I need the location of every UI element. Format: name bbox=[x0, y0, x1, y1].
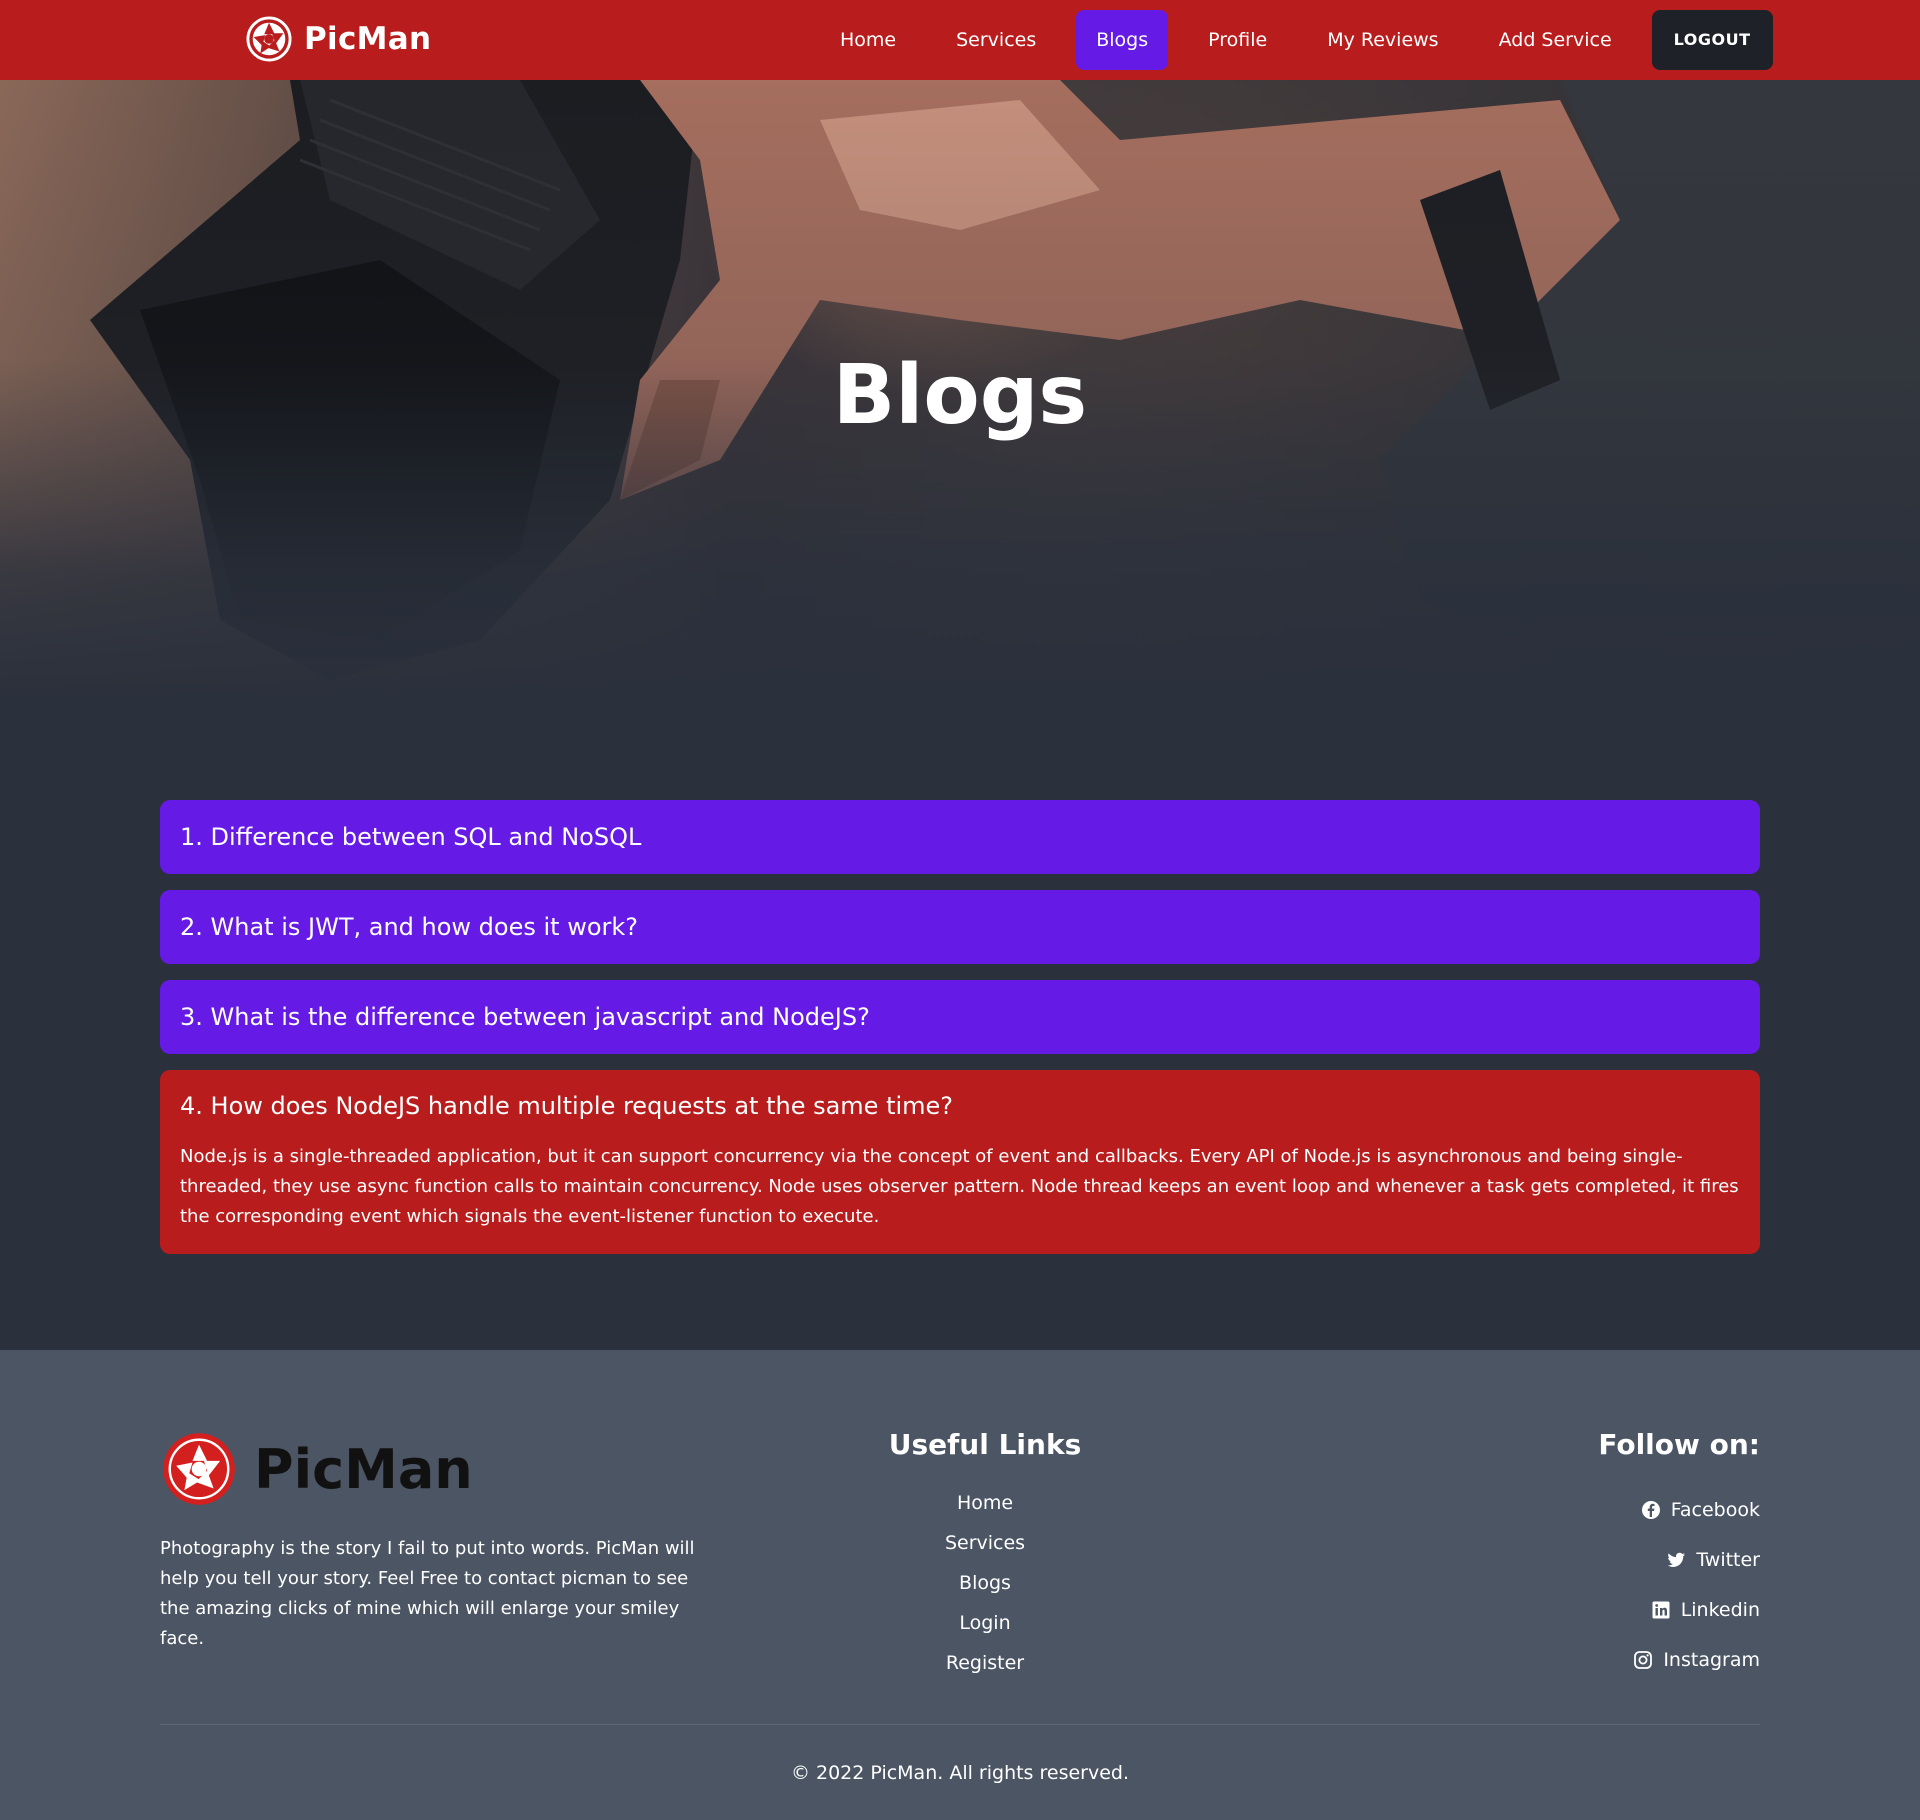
blog-question-title: 3. What is the difference between javasc… bbox=[180, 1003, 870, 1031]
social-label: Instagram bbox=[1663, 1649, 1760, 1671]
nav-item-blogs[interactable]: Blogs bbox=[1076, 10, 1169, 70]
blog-answer-text: Node.js is a single-threaded application… bbox=[180, 1146, 1739, 1227]
nav-item-profile[interactable]: Profile bbox=[1188, 10, 1287, 70]
instagram-icon bbox=[1634, 1651, 1653, 1669]
social-link-facebook[interactable]: Facebook bbox=[1598, 1485, 1760, 1535]
follow-heading: Follow on: bbox=[1598, 1428, 1760, 1461]
hero-banner: Blogs bbox=[0, 80, 1920, 700]
nav-item-add-service[interactable]: Add Service bbox=[1479, 10, 1632, 70]
footer: PicMan Photography is the story I fail t… bbox=[0, 1350, 1920, 1820]
navbar: PicMan Home Services Blogs Profile My Re… bbox=[0, 0, 1920, 80]
footer-link-blogs[interactable]: Blogs bbox=[885, 1563, 1085, 1603]
linkedin-icon bbox=[1652, 1601, 1670, 1619]
brand-name: PicMan bbox=[304, 21, 432, 57]
page-title: Blogs bbox=[832, 348, 1088, 443]
social-label: Twitter bbox=[1696, 1549, 1760, 1571]
camera-shutter-logo-icon bbox=[163, 1433, 235, 1505]
footer-brand[interactable]: PicMan bbox=[160, 1430, 473, 1508]
blog-question-item-expanded[interactable]: 4. How does NodeJS handle multiple reque… bbox=[160, 1070, 1760, 1254]
blog-accordion: 1. Difference between SQL and NoSQL 2. W… bbox=[160, 800, 1760, 1270]
nav-menu: Home Services Blogs Profile My Reviews A… bbox=[820, 10, 1773, 70]
nav-item-home[interactable]: Home bbox=[820, 10, 916, 70]
useful-links-heading: Useful Links bbox=[888, 1428, 1082, 1461]
blog-question-title: 1. Difference between SQL and NoSQL bbox=[180, 823, 642, 851]
blog-question-item[interactable]: 1. Difference between SQL and NoSQL bbox=[160, 800, 1760, 874]
nav-item-my-reviews[interactable]: My Reviews bbox=[1307, 10, 1458, 70]
footer-follow: Follow on: Facebook Twitter Linkedin Ins… bbox=[1598, 1428, 1760, 1685]
blog-question-title: 4. How does NodeJS handle multiple reque… bbox=[180, 1092, 954, 1120]
footer-description: Photography is the story I fail to put i… bbox=[160, 1538, 695, 1649]
social-label: Linkedin bbox=[1680, 1599, 1760, 1621]
blog-question-item[interactable]: 3. What is the difference between javasc… bbox=[160, 980, 1760, 1054]
social-link-linkedin[interactable]: Linkedin bbox=[1598, 1585, 1760, 1635]
footer-link-login[interactable]: Login bbox=[885, 1603, 1085, 1643]
logout-button[interactable]: LOGOUT bbox=[1651, 10, 1773, 70]
social-label: Facebook bbox=[1670, 1499, 1760, 1521]
footer-useful-links: Useful Links Home Services Blogs Login R… bbox=[885, 1428, 1085, 1683]
social-link-instagram[interactable]: Instagram bbox=[1598, 1635, 1760, 1685]
brand[interactable]: PicMan bbox=[246, 16, 431, 62]
facebook-icon bbox=[1641, 1501, 1660, 1519]
camera-shutter-logo-icon bbox=[246, 16, 292, 62]
social-link-twitter[interactable]: Twitter bbox=[1598, 1535, 1760, 1585]
blog-question-item[interactable]: 2. What is JWT, and how does it work? bbox=[160, 890, 1760, 964]
footer-link-register[interactable]: Register bbox=[885, 1643, 1085, 1683]
footer-brand-name: PicMan bbox=[254, 1437, 473, 1501]
footer-divider bbox=[160, 1724, 1760, 1725]
copyright-text: © 2022 PicMan. All rights reserved. bbox=[790, 1762, 1130, 1784]
footer-link-home[interactable]: Home bbox=[885, 1483, 1085, 1523]
footer-link-services[interactable]: Services bbox=[885, 1523, 1085, 1563]
twitter-icon bbox=[1667, 1552, 1686, 1567]
nav-item-services[interactable]: Services bbox=[936, 10, 1056, 70]
blog-question-title: 2. What is JWT, and how does it work? bbox=[180, 913, 639, 941]
